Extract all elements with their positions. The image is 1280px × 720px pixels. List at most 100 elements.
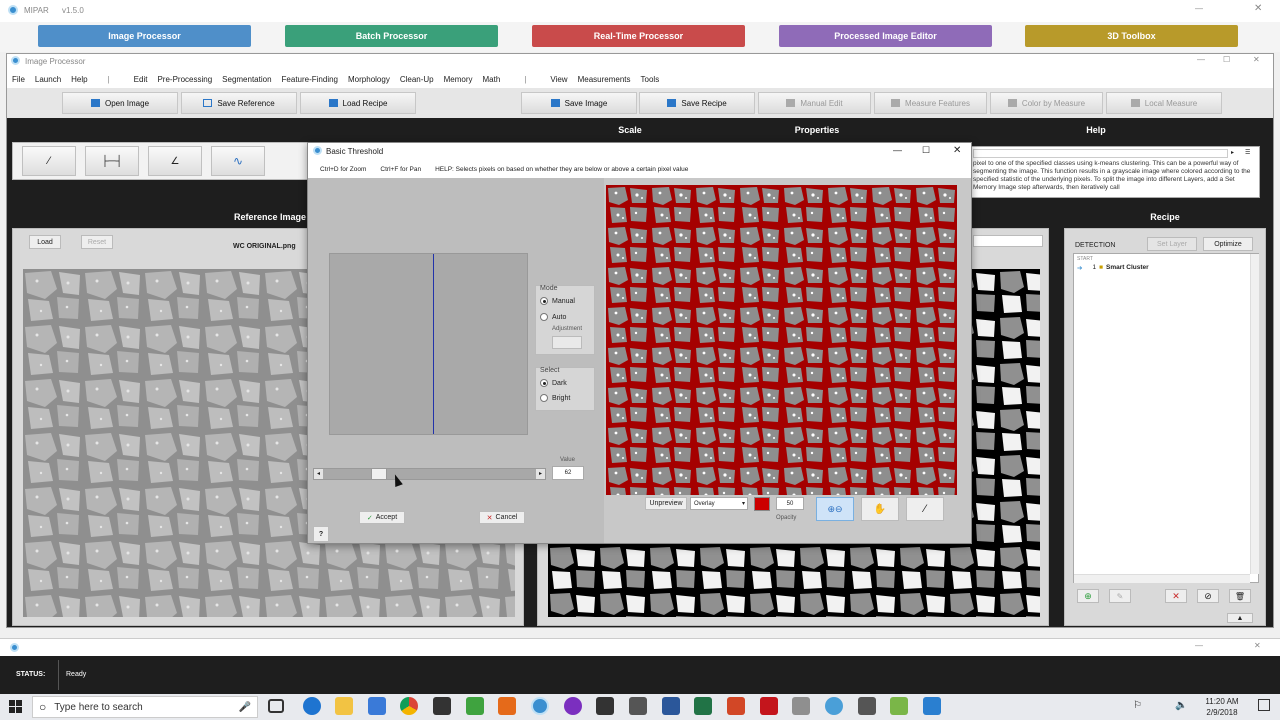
close-icon[interactable]: ✕: [1254, 3, 1262, 14]
overlay-color-swatch[interactable]: [754, 497, 770, 511]
app-icon-1[interactable]: [792, 697, 810, 715]
sub-maximize-icon[interactable]: ☐: [1223, 55, 1230, 64]
menu-file[interactable]: File: [12, 75, 25, 84]
network-icon[interactable]: ⚐: [1133, 700, 1142, 711]
trash-step-button[interactable]: 🗑: [1229, 589, 1251, 603]
app-icon-2[interactable]: [923, 697, 941, 715]
camtasia-icon[interactable]: [466, 697, 484, 715]
excel-icon[interactable]: [694, 697, 712, 715]
edit-step-button[interactable]: ✎: [1109, 589, 1131, 603]
menu-help[interactable]: Help: [71, 75, 87, 84]
notifications-icon[interactable]: [1258, 699, 1270, 711]
minimize-icon[interactable]: —: [1195, 4, 1203, 13]
save-image-button[interactable]: Save Image: [521, 92, 637, 114]
powerpoint-icon[interactable]: [727, 697, 745, 715]
reference-load-button[interactable]: Load: [29, 235, 61, 249]
add-step-button[interactable]: ⊕: [1077, 589, 1099, 603]
status-close-icon[interactable]: ✕: [1254, 641, 1261, 650]
terminal-icon[interactable]: [433, 697, 451, 715]
cancel-button[interactable]: ✕ Cancel: [479, 511, 525, 524]
save-recipe-button[interactable]: Save Recipe: [639, 92, 755, 114]
matlab-icon[interactable]: [498, 697, 516, 715]
threshold-preview-image[interactable]: [606, 185, 957, 495]
manual-radio[interactable]: Manual: [540, 297, 575, 305]
edge-icon[interactable]: [303, 697, 321, 715]
file-explorer-icon[interactable]: [335, 697, 353, 715]
threshold-slider[interactable]: ◂ ▸: [313, 468, 546, 480]
avid-icon[interactable]: [596, 697, 614, 715]
dialog-maximize-icon[interactable]: ☐: [922, 145, 930, 156]
measure-angle-tool[interactable]: ∠: [148, 146, 202, 176]
taskbar-search-box[interactable]: ○ Type here to search 🎤: [32, 696, 258, 718]
set-layer-button[interactable]: Set Layer: [1147, 237, 1197, 251]
pick-color-tool[interactable]: ⁄: [22, 146, 76, 176]
real-time-processor-button[interactable]: Real-Time Processor: [532, 25, 745, 47]
mipar-taskbar-icon[interactable]: [531, 697, 549, 715]
batch-processor-button[interactable]: Batch Processor: [285, 25, 498, 47]
menu-pre-processing[interactable]: Pre-Processing: [157, 75, 212, 84]
open-image-button[interactable]: Open Image: [62, 92, 178, 114]
menu-morphology[interactable]: Morphology: [348, 75, 390, 84]
notepad-icon[interactable]: [890, 697, 908, 715]
menu-launch[interactable]: Launch: [35, 75, 61, 84]
line-profile-tool[interactable]: ∿: [211, 146, 265, 176]
recipe-step[interactable]: ➔ 1 ■ Smart Cluster: [1077, 263, 1245, 272]
menu-measurements[interactable]: Measurements: [578, 75, 631, 84]
menu-view[interactable]: View: [550, 75, 567, 84]
auto-radio[interactable]: Auto: [540, 313, 566, 321]
taskbar-clock[interactable]: 11:20 AM 2/9/2018: [1196, 696, 1248, 718]
menu-memory[interactable]: Memory: [444, 75, 473, 84]
task-view-icon[interactable]: [268, 699, 284, 713]
menu-edit[interactable]: Edit: [134, 75, 148, 84]
processed-image-editor-button[interactable]: Processed Image Editor: [779, 25, 992, 47]
processed-view-dropdown[interactable]: [973, 235, 1043, 247]
pdf-icon[interactable]: [760, 697, 778, 715]
save-reference-button[interactable]: Save Reference: [181, 92, 297, 114]
zoom-tool-button[interactable]: ⊕⊖: [816, 497, 854, 521]
3d-toolbox-button[interactable]: 3D Toolbox: [1025, 25, 1238, 47]
collapse-button[interactable]: ▲: [1227, 613, 1253, 623]
dialog-close-icon[interactable]: ✕: [953, 145, 961, 156]
dark-radio[interactable]: Dark: [540, 379, 567, 387]
pan-tool-button[interactable]: ✋: [861, 497, 899, 521]
slider-right-arrow-icon[interactable]: ▸: [536, 469, 545, 479]
measure-features-button[interactable]: Measure Features: [874, 92, 987, 114]
media-icon[interactable]: [564, 697, 582, 715]
reference-reset-button[interactable]: Reset: [81, 235, 113, 249]
recipe-scrollbar[interactable]: [1250, 254, 1259, 574]
adjustment-input[interactable]: [552, 336, 582, 349]
value-input[interactable]: 62: [552, 466, 584, 480]
chrome-icon[interactable]: [400, 697, 418, 715]
eyedropper-tool-button[interactable]: ⁄: [906, 497, 944, 521]
slider-left-arrow-icon[interactable]: ◂: [314, 469, 323, 479]
color-by-measure-button[interactable]: Color by Measure: [990, 92, 1103, 114]
menu-math[interactable]: Math: [483, 75, 501, 84]
manual-edit-button[interactable]: Manual Edit: [758, 92, 871, 114]
bright-radio[interactable]: Bright: [540, 394, 570, 402]
image-processor-button[interactable]: Image Processor: [38, 25, 251, 47]
dialog-minimize-icon[interactable]: —: [893, 145, 902, 155]
dialog-help-button[interactable]: ?: [313, 526, 329, 542]
accept-button[interactable]: ✓ Accept: [359, 511, 405, 524]
mail-icon[interactable]: [629, 697, 647, 715]
disable-step-button[interactable]: ⊘: [1197, 589, 1219, 603]
help-list-icon[interactable]: ☰: [1245, 149, 1255, 158]
menu-feature-finding[interactable]: Feature-Finding: [282, 75, 338, 84]
unpreview-button[interactable]: Unpreview: [645, 497, 687, 510]
sub-close-icon[interactable]: ✕: [1253, 55, 1260, 64]
opacity-input[interactable]: 50: [776, 497, 804, 510]
menu-clean-up[interactable]: Clean-Up: [400, 75, 434, 84]
recipe-hscrollbar[interactable]: [1074, 574, 1250, 583]
overlay-dropdown[interactable]: Overlay ▾: [690, 497, 748, 510]
help-search-input[interactable]: [973, 149, 1228, 158]
globe-icon[interactable]: [825, 697, 843, 715]
sub-minimize-icon[interactable]: —: [1197, 55, 1205, 64]
menu-tools[interactable]: Tools: [641, 75, 660, 84]
optimize-button[interactable]: Optimize: [1203, 237, 1253, 251]
word-icon[interactable]: [662, 697, 680, 715]
menu-segmentation[interactable]: Segmentation: [222, 75, 271, 84]
local-measure-button[interactable]: Local Measure: [1106, 92, 1222, 114]
status-minimize-icon[interactable]: —: [1195, 641, 1203, 650]
help-search-icon[interactable]: ▸: [1231, 149, 1241, 158]
calculator-icon[interactable]: [858, 697, 876, 715]
